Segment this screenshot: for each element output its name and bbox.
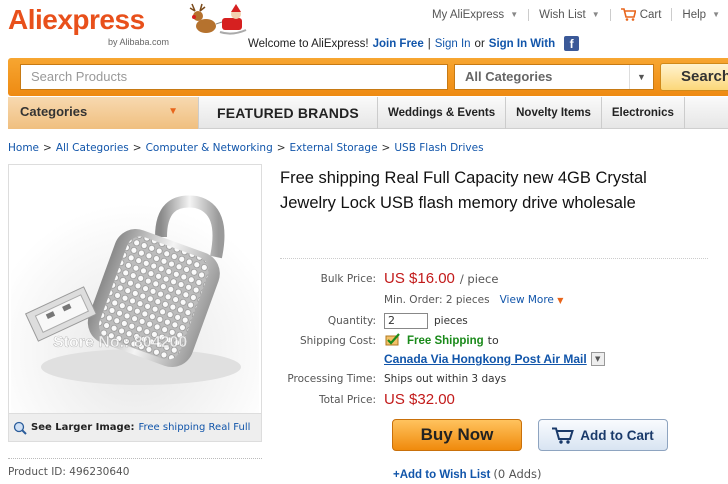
sign-in-with-link[interactable]: Sign In With: [489, 38, 555, 50]
see-larger-image-label: See Larger Image:: [31, 422, 135, 433]
cart-icon: [620, 8, 636, 21]
help-menu[interactable]: Help ▼: [672, 9, 720, 21]
nav-novelty-items[interactable]: Novelty Items: [505, 97, 601, 129]
buy-now-button[interactable]: Buy Now: [392, 419, 522, 451]
quantity-input[interactable]: 2: [384, 313, 428, 329]
search-button[interactable]: Search: [660, 63, 728, 91]
chevron-down-icon: ▼: [557, 296, 564, 305]
shipping-method-row: Canada Via Hongkong Post Air Mail ▼: [280, 352, 605, 366]
chevron-down-icon: ▼: [510, 10, 519, 19]
welcome-text: Welcome to AliExpress!: [248, 37, 369, 50]
chevron-down-icon[interactable]: ▼: [590, 352, 605, 366]
see-larger-image-link[interactable]: Free shipping Real Full: [138, 422, 250, 433]
total-price-row: Total Price: US $32.00: [280, 391, 455, 408]
nav-weddings-events[interactable]: Weddings & Events: [376, 97, 505, 129]
product-image-box: Store No.: 804200 See Larger Image: Free…: [8, 164, 262, 442]
reindeer-sleigh-icon: [189, 3, 247, 35]
breadcrumb-home[interactable]: Home: [8, 142, 39, 154]
quantity-row: Quantity: 2 pieces: [280, 313, 468, 329]
processing-time-label: Processing Time:: [287, 373, 376, 385]
nav-featured-brands[interactable]: FEATURED BRANDS: [198, 97, 377, 129]
product-title: Free shipping Real Full Capacity new 4GB…: [280, 169, 647, 212]
processing-row: Processing Time: Ships out within 3 days: [280, 373, 506, 385]
bulk-price-unit: / piece: [459, 271, 499, 286]
cart-link[interactable]: Cart: [611, 8, 673, 21]
free-shipping-text: Free Shipping: [407, 334, 484, 347]
chevron-down-icon: ▼: [591, 10, 600, 19]
breadcrumb: Home > All Categories > Computer & Networkin…: [8, 142, 484, 154]
product-id: Product ID: 496230640: [8, 466, 130, 478]
min-order-row: Min. Order: 2 pieces View More ▼: [280, 294, 563, 306]
total-price-value: US $32.00: [384, 391, 455, 408]
join-free-link[interactable]: Join Free: [373, 38, 424, 50]
breadcrumb-external-storage[interactable]: External Storage: [290, 142, 378, 154]
divider: [8, 458, 262, 459]
category-select-value: All Categories: [465, 69, 553, 84]
divider: [280, 258, 708, 259]
ship-to-text: to: [487, 334, 499, 347]
min-order: Min. Order: 2 pieces: [384, 294, 490, 306]
cart-add-icon: [552, 427, 575, 444]
separator: |: [427, 37, 431, 50]
search-input[interactable]: Search Products: [20, 64, 448, 90]
image-caption: See Larger Image: Free shipping Real Ful…: [9, 413, 261, 441]
logo-text: Aliexpress: [8, 4, 145, 35]
breadcrumb-computer-networking[interactable]: Computer & Networking: [146, 142, 273, 154]
quantity-unit: pieces: [434, 315, 468, 327]
welcome-bar: Welcome to AliExpress! Join Free | Sign …: [248, 36, 580, 51]
wishlist-count: (0 Adds): [493, 467, 542, 481]
shipping-row: Shipping Cost: Free Shipping to: [280, 333, 499, 348]
wishlist-row: +Add to Wish List (0 Adds): [393, 467, 542, 481]
add-to-wishlist-link[interactable]: +Add to Wish List: [393, 469, 490, 481]
top-nav: My AliExpress ▼ Wish List ▼ Cart Help ▼: [422, 8, 720, 21]
facebook-icon[interactable]: f: [564, 36, 580, 51]
view-more-link[interactable]: View More ▼: [500, 294, 564, 306]
category-select[interactable]: All Categories ▼: [454, 64, 654, 90]
aliexpress-logo[interactable]: Aliexpress by Alibaba.com: [8, 4, 208, 48]
sign-in-link[interactable]: Sign In: [435, 38, 471, 50]
bulk-price-row: Bulk Price: US $16.00 / piece: [280, 270, 499, 287]
chevron-down-icon: ▼: [712, 10, 720, 19]
shipping-method-link[interactable]: Canada Via Hongkong Post Air Mail: [384, 352, 587, 366]
bulk-price-label: Bulk Price:: [320, 272, 376, 285]
chevron-down-icon: ▼: [629, 65, 653, 89]
my-aliexpress-menu[interactable]: My AliExpress ▼: [422, 8, 530, 21]
add-to-cart-button[interactable]: Add to Cart: [538, 419, 668, 451]
nav-electronics[interactable]: Electronics: [600, 97, 685, 129]
total-price-label: Total Price:: [318, 393, 376, 406]
processing-time-value: Ships out within 3 days: [384, 373, 507, 385]
product-image[interactable]: Store No.: 804200: [11, 167, 259, 413]
category-nav: Categories ▼ FEATURED BRANDS Weddings & E…: [8, 97, 728, 129]
quantity-label: Quantity:: [327, 315, 376, 327]
categories-menu[interactable]: Categories ▼: [8, 97, 198, 129]
wish-list-menu[interactable]: Wish List ▼: [529, 8, 611, 21]
image-watermark: Store No.: 804200: [53, 334, 187, 351]
breadcrumb-all-categories[interactable]: All Categories: [56, 142, 129, 154]
shipping-cost-label: Shipping Cost:: [299, 334, 376, 347]
magnifier-icon: [13, 421, 27, 435]
free-shipping-icon: [385, 333, 400, 346]
add-to-cart-label: Add to Cart: [580, 427, 654, 443]
breadcrumb-usb-flash-drives[interactable]: USB Flash Drives: [394, 142, 483, 154]
bulk-price-value: US $16.00: [384, 270, 455, 287]
chevron-down-icon: ▼: [168, 106, 178, 117]
or-text: or: [474, 37, 485, 50]
search-bar: Search Products All Categories ▼ Search: [8, 58, 728, 96]
logo-byline: by Alibaba.com: [108, 37, 170, 47]
